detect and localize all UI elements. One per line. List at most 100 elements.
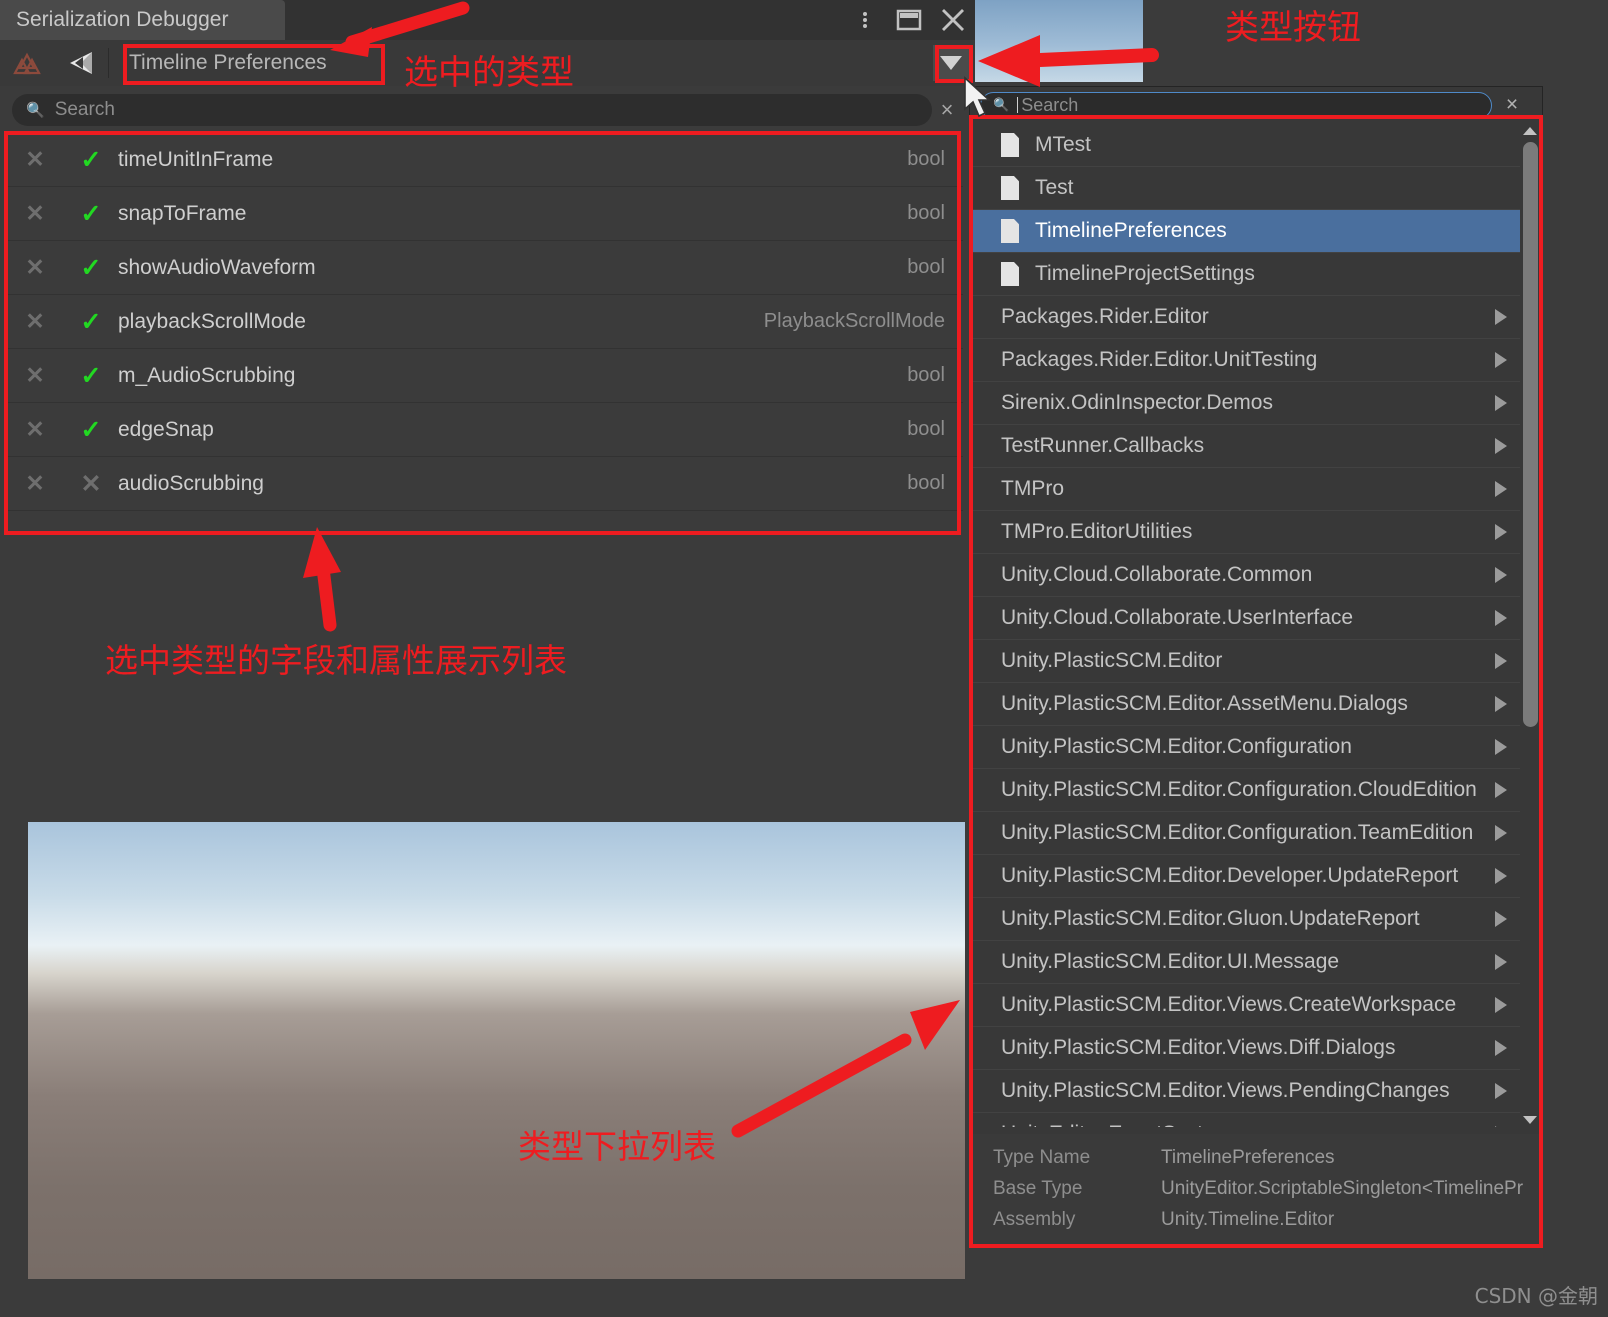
list-item[interactable]: Unity.PlasticSCM.Editor.Views.CreateWork…: [971, 984, 1521, 1027]
tab-serialization-debugger[interactable]: Serialization Debugger: [0, 0, 285, 40]
list-item[interactable]: TMPro.EditorUtilities: [971, 511, 1521, 554]
chevron-right-icon[interactable]: [1495, 739, 1507, 755]
popup-search-input[interactable]: 🔍 Search: [980, 91, 1492, 119]
chevron-right-icon[interactable]: [1495, 997, 1507, 1013]
list-item[interactable]: Unity.PlasticSCM.Editor: [971, 640, 1521, 683]
chevron-right-icon[interactable]: [1495, 825, 1507, 841]
annotation-label-selected-type: 选中的类型: [404, 53, 574, 93]
scrollbar-thumb[interactable]: [1523, 142, 1538, 727]
chevron-right-icon[interactable]: [1495, 1040, 1507, 1056]
list-item[interactable]: TestRunner.Callbacks: [971, 425, 1521, 468]
checkmark-icon[interactable]: ✓: [64, 253, 118, 283]
cross-icon[interactable]: ✕: [64, 469, 118, 499]
property-type: bool: [907, 148, 945, 170]
list-item-label: Test: [1035, 176, 1074, 199]
list-item[interactable]: Unity.PlasticSCM.Editor.Configuration.Te…: [971, 812, 1521, 855]
list-item[interactable]: Unity.PlasticSCM.Editor.Gluon.UpdateRepo…: [971, 898, 1521, 941]
checkmark-icon[interactable]: ✓: [64, 199, 118, 229]
list-item[interactable]: TimelineProjectSettings: [971, 253, 1521, 296]
list-item-label: TMPro: [1001, 477, 1064, 500]
close-icon[interactable]: [939, 6, 967, 34]
table-row[interactable]: ✕ ✓ m_AudioScrubbing bool: [6, 349, 963, 403]
list-item[interactable]: Unity.PlasticSCM.Editor.AssetMenu.Dialog…: [971, 683, 1521, 726]
scroll-down-icon[interactable]: [1520, 1113, 1540, 1127]
valknut-icon[interactable]: [0, 40, 54, 86]
unity-icon[interactable]: [54, 40, 108, 86]
list-item[interactable]: Unity.PlasticSCM.Editor.Configuration: [971, 726, 1521, 769]
info-row: Base Type UnityEditor.ScriptableSingleton…: [993, 1173, 1541, 1204]
popup-search-placeholder: Search: [1021, 94, 1079, 115]
text-caret: [1017, 97, 1019, 113]
list-item[interactable]: Packages.Rider.Editor.UnitTesting: [971, 339, 1521, 382]
list-item[interactable]: TMPro: [971, 468, 1521, 511]
list-item[interactable]: MTest: [971, 124, 1521, 167]
chevron-right-icon[interactable]: [1495, 1083, 1507, 1099]
chevron-right-icon[interactable]: [1495, 610, 1507, 626]
chevron-right-icon[interactable]: [1495, 911, 1507, 927]
chevron-right-icon[interactable]: [1495, 567, 1507, 583]
list-item[interactable]: Unity.Cloud.Collaborate.UserInterface: [971, 597, 1521, 640]
kebab-menu-icon[interactable]: [851, 6, 879, 34]
chevron-right-icon[interactable]: [1495, 696, 1507, 712]
list-item[interactable]: Unity.PlasticSCM.Editor.Developer.Update…: [971, 855, 1521, 898]
chevron-right-icon[interactable]: [1495, 868, 1507, 884]
remove-property-icon[interactable]: ✕: [6, 308, 64, 335]
chevron-right-icon[interactable]: [1495, 524, 1507, 540]
tab-label: Serialization Debugger: [16, 8, 229, 31]
search-clear-button[interactable]: ×: [932, 97, 962, 123]
chevron-right-icon[interactable]: [1495, 309, 1507, 325]
search-input[interactable]: 🔍 Search: [12, 94, 932, 126]
table-row[interactable]: ✕ ✓ snapToFrame bool: [6, 187, 963, 241]
chevron-right-icon[interactable]: [1495, 481, 1507, 497]
checkmark-icon[interactable]: ✓: [64, 361, 118, 391]
info-row: Type Name TimelinePreferences: [993, 1142, 1541, 1173]
remove-property-icon[interactable]: ✕: [6, 254, 64, 281]
list-item-label: Unity.PlasticSCM.Editor: [1001, 649, 1223, 672]
list-item[interactable]: Sirenix.OdinInspector.Demos: [971, 382, 1521, 425]
chevron-right-icon[interactable]: [1495, 438, 1507, 454]
chevron-right-icon[interactable]: [1495, 1126, 1507, 1127]
scroll-up-icon[interactable]: [1520, 124, 1540, 138]
table-row[interactable]: ✕ ✓ timeUnitInFrame bool: [6, 133, 963, 187]
chevron-right-icon[interactable]: [1495, 395, 1507, 411]
maximize-icon[interactable]: [895, 6, 923, 34]
list-item[interactable]: Packages.Rider.Editor: [971, 296, 1521, 339]
serialization-debugger-window: Serialization Debugger Timeline Preferen…: [0, 0, 975, 812]
table-row[interactable]: ✕ ✕ audioScrubbing bool: [6, 457, 963, 511]
remove-property-icon[interactable]: ✕: [6, 416, 64, 443]
list-item[interactable]: TimelinePreferences: [971, 210, 1521, 253]
popup-search-clear-button[interactable]: ×: [1492, 93, 1532, 117]
table-row[interactable]: ✕ ✓ showAudioWaveform bool: [6, 241, 963, 295]
remove-property-icon[interactable]: ✕: [6, 146, 64, 173]
popup-search-row: 🔍 Search ×: [970, 87, 1542, 123]
property-type: PlaybackScrollMode: [763, 310, 945, 332]
list-item[interactable]: Unity.Cloud.Collaborate.Common: [971, 554, 1521, 597]
list-item[interactable]: Unity.PlasticSCM.Editor.Configuration.Cl…: [971, 769, 1521, 812]
remove-property-icon[interactable]: ✕: [6, 470, 64, 497]
checkmark-icon[interactable]: ✓: [64, 307, 118, 337]
chevron-right-icon[interactable]: [1495, 954, 1507, 970]
list-item-label: Unity.PlasticSCM.Editor.Developer.Update…: [1001, 864, 1459, 887]
remove-property-icon[interactable]: ✕: [6, 362, 64, 389]
search-clear-label: ×: [940, 97, 954, 122]
annotation-label-field-list: 选中类型的字段和属性展示列表: [105, 641, 567, 680]
checkmark-icon[interactable]: ✓: [64, 415, 118, 445]
list-item-label: Unity.PlasticSCM.Editor.Views.Diff.Dialo…: [1001, 1036, 1396, 1059]
list-item-label: Unity.Cloud.Collaborate.Common: [1001, 563, 1313, 586]
table-row[interactable]: ✕ ✓ playbackScrollMode PlaybackScrollMode: [6, 295, 963, 349]
chevron-right-icon[interactable]: [1495, 782, 1507, 798]
list-item[interactable]: Unity.PlasticSCM.Editor.Views.PendingCha…: [971, 1070, 1521, 1113]
document-icon: [1001, 133, 1019, 157]
list-item[interactable]: Test: [971, 167, 1521, 210]
list-item[interactable]: Unity.PlasticSCM.Editor.UI.Message: [971, 941, 1521, 984]
remove-property-icon[interactable]: ✕: [6, 200, 64, 227]
type-list-scrollbar[interactable]: [1520, 124, 1540, 1127]
chevron-right-icon[interactable]: [1495, 653, 1507, 669]
table-row[interactable]: ✕ ✓ edgeSnap bool: [6, 403, 963, 457]
property-name: edgeSnap: [118, 417, 214, 441]
list-item[interactable]: UnityEditor.EventSystems: [971, 1113, 1521, 1127]
chevron-right-icon[interactable]: [1495, 352, 1507, 368]
window-titlebar: Serialization Debugger: [0, 0, 975, 40]
list-item[interactable]: Unity.PlasticSCM.Editor.Views.Diff.Dialo…: [971, 1027, 1521, 1070]
checkmark-icon[interactable]: ✓: [64, 145, 118, 175]
